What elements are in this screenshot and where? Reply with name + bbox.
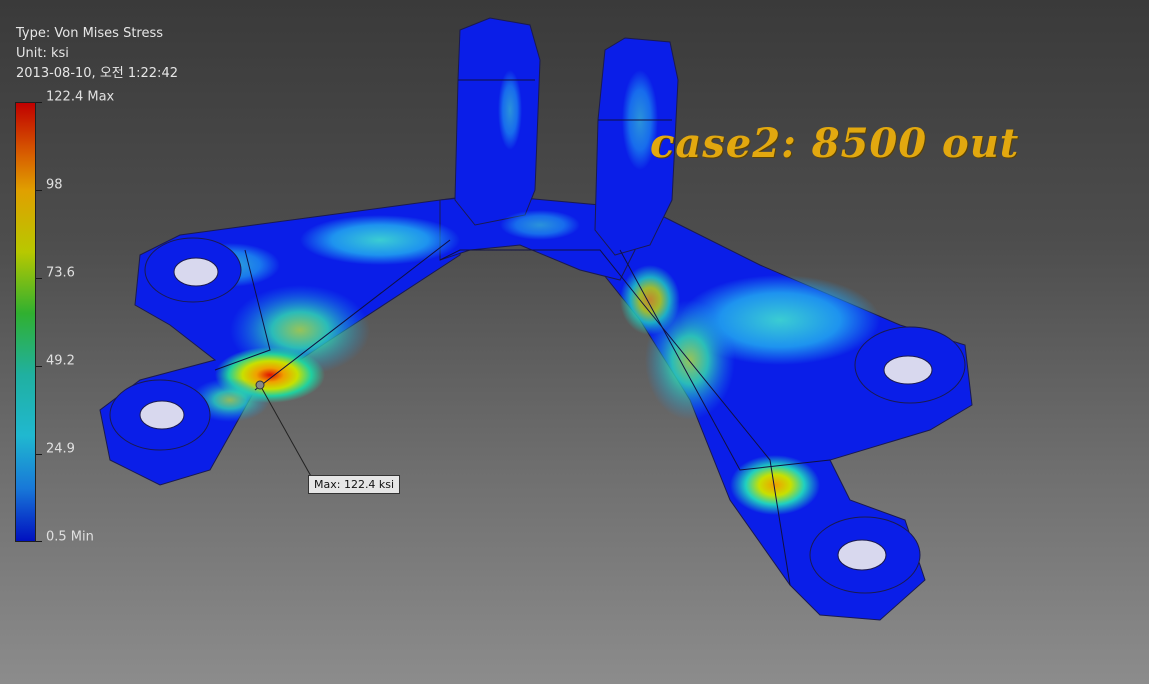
bolt-hole [109, 379, 211, 451]
bolt-hole [144, 237, 242, 303]
bolt-hole [809, 516, 921, 594]
stress-zone [498, 70, 522, 150]
stress-zone [300, 215, 460, 265]
stress-model-viewport[interactable] [0, 0, 1149, 684]
case-label-text: case2: 8500 out [650, 120, 1020, 167]
left-lug [454, 17, 541, 226]
max-probe-marker [255, 380, 265, 390]
bolt-hole [854, 326, 966, 404]
max-probe-label: Max: 122.4 ksi [308, 475, 401, 494]
stress-zone [620, 265, 680, 335]
stress-zone [500, 210, 580, 240]
stress-zone [730, 455, 820, 515]
